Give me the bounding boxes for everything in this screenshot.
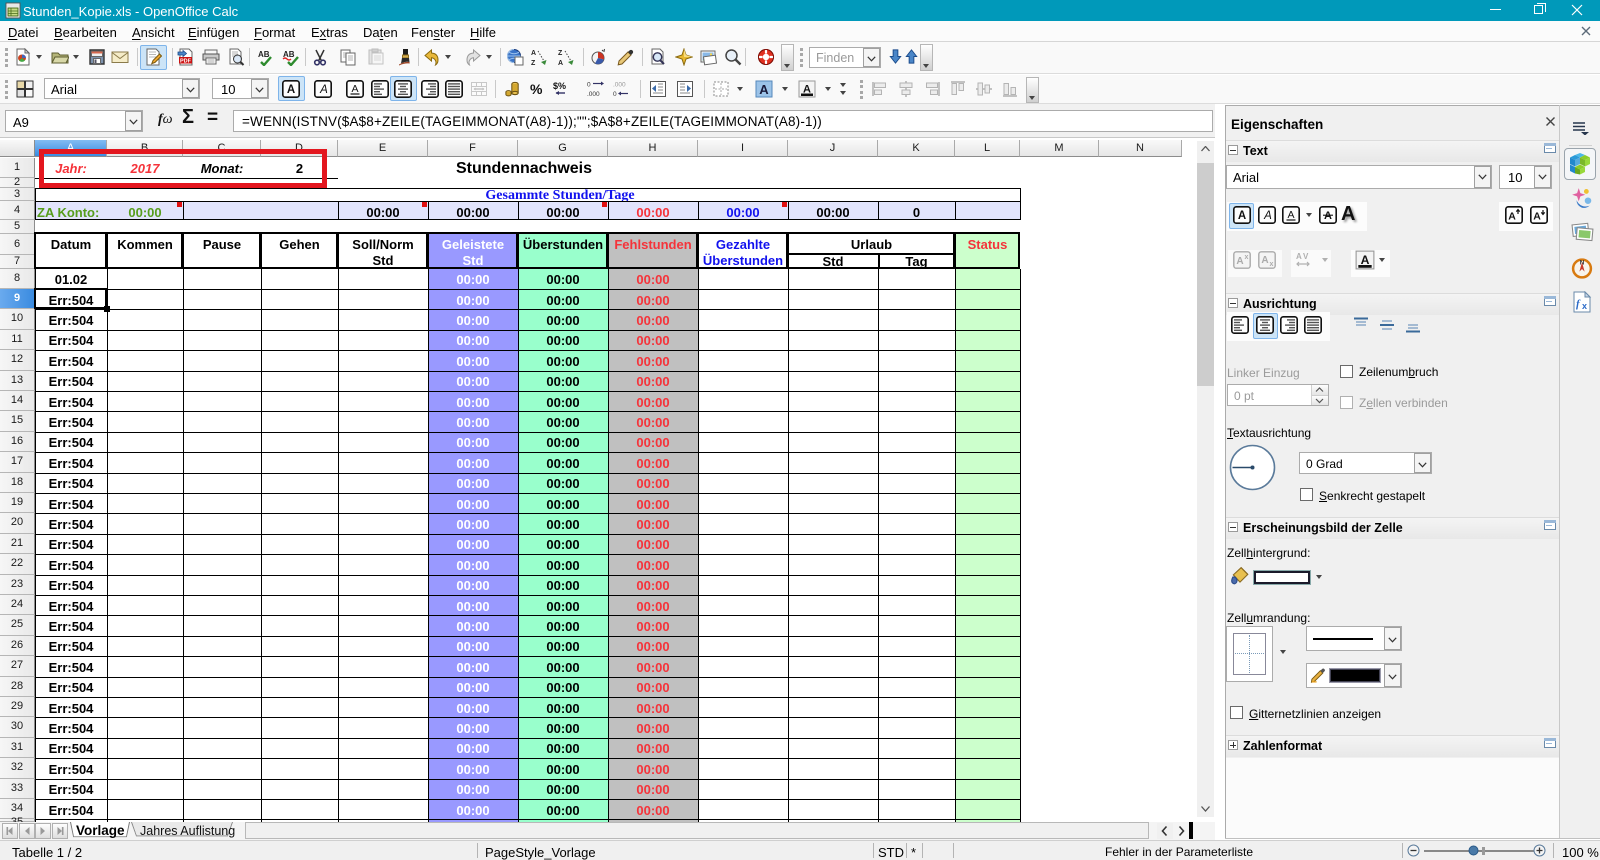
svg-text:0: 0: [587, 82, 591, 89]
svg-text:%: %: [530, 81, 543, 97]
svg-text:A: A: [531, 50, 536, 57]
svg-text:x: x: [1582, 301, 1587, 311]
svg-text:A: A: [1238, 210, 1246, 222]
svg-text:A: A: [1261, 255, 1268, 266]
svg-text:A: A: [287, 84, 295, 96]
svg-text:Z: Z: [531, 60, 536, 66]
svg-text:A: A: [1324, 210, 1332, 222]
svg-text:x: x: [1245, 254, 1249, 261]
svg-text:.000: .000: [613, 82, 626, 89]
svg-text:V: V: [1303, 252, 1309, 261]
svg-text:Z: Z: [558, 50, 563, 57]
svg-text:A: A: [1361, 253, 1370, 267]
svg-text:A: A: [1263, 210, 1272, 222]
svg-text:A: A: [319, 84, 328, 96]
svg-text:A: A: [759, 82, 769, 97]
svg-text:0: 0: [613, 91, 617, 98]
svg-text:AB: AB: [258, 50, 270, 59]
svg-text:A: A: [1508, 211, 1516, 223]
svg-text:x: x: [1270, 261, 1274, 268]
svg-text:A: A: [1287, 209, 1294, 221]
svg-text:$%: $%: [553, 81, 566, 91]
svg-text:.000: .000: [587, 91, 600, 98]
svg-text:A: A: [1296, 252, 1302, 261]
svg-text:A: A: [558, 60, 563, 66]
svg-text:A: A: [351, 83, 358, 95]
svg-text:PDF: PDF: [180, 58, 192, 64]
svg-text:A: A: [1533, 211, 1541, 223]
svg-text:A: A: [1236, 256, 1243, 267]
